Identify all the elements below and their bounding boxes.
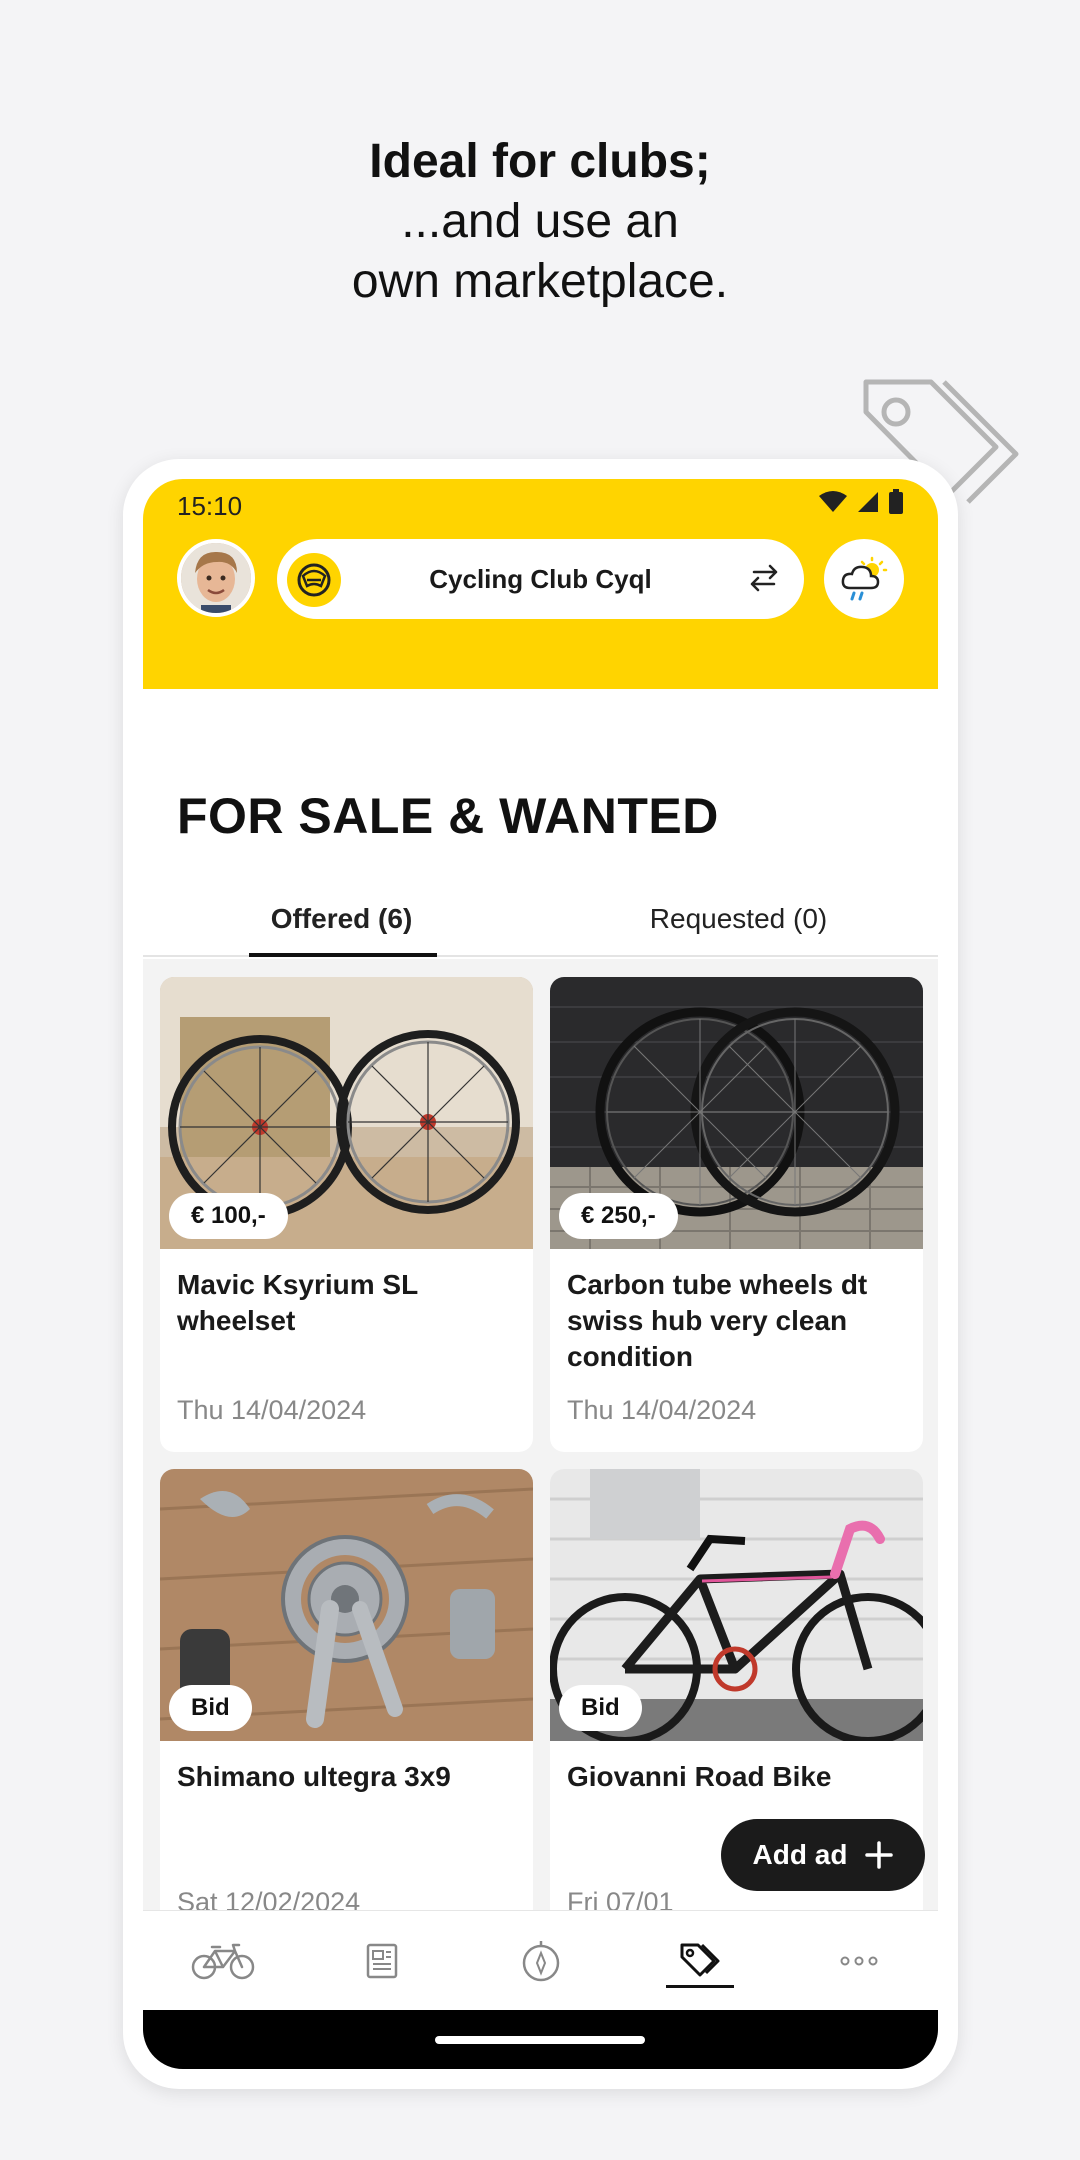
user-avatar-icon: [181, 543, 251, 613]
club-selector[interactable]: Cycling Club Cyql: [277, 539, 804, 619]
price-badge: € 250,-: [559, 1193, 678, 1239]
signal-icon: [858, 492, 878, 512]
active-tab-indicator: [249, 953, 437, 957]
nav-explore[interactable]: [461, 1911, 620, 2011]
price-badge: Bid: [169, 1685, 252, 1731]
promo-headline: Ideal for clubs; ...and use an own marke…: [0, 132, 1080, 312]
nav-more[interactable]: [779, 1911, 938, 2011]
more-icon: [840, 1956, 877, 1966]
add-ad-label: Add ad: [752, 1839, 848, 1870]
listing-title: Giovanni Road Bike: [567, 1761, 832, 1792]
news-icon: [366, 1943, 397, 1979]
listing-date: Thu 14/04/2024: [567, 1395, 757, 1425]
phone-frame: 15:10 Cycling Club Cyql FOR SALE & WANTE…: [123, 459, 958, 2089]
weather-button[interactable]: [824, 539, 904, 619]
listing-card[interactable]: € 250,- Carbon tube wheels dt swiss hub …: [550, 977, 923, 1452]
bottom-navigation: [143, 1910, 938, 2010]
listing-date: Thu 14/04/2024: [177, 1395, 367, 1425]
promo-line-3: own marketplace.: [351, 255, 729, 308]
listing-title: Mavic Ksyrium SL wheelset: [177, 1269, 418, 1336]
tab-requested[interactable]: Requested (0): [540, 881, 937, 957]
page-title: FOR SALE & WANTED: [177, 788, 719, 844]
weather-rain-icon: [841, 556, 888, 601]
plus-icon: [865, 1841, 894, 1869]
nav-news[interactable]: [302, 1911, 461, 2011]
wifi-icon: [819, 491, 847, 512]
swap-icon: [750, 564, 778, 592]
add-ad-button[interactable]: Add ad: [721, 1819, 925, 1891]
price-badge: € 100,-: [169, 1193, 288, 1239]
listing-grid: € 100,- Mavic Ksyrium SL wheelset Thu 14…: [143, 959, 938, 2021]
listing-card[interactable]: Bid Shimano ultegra 3x9 Sat 12/02/2024: [160, 1469, 533, 1944]
status-time: 15:10: [177, 491, 243, 521]
listing-title: Shimano ultegra 3x9: [177, 1761, 451, 1792]
listing-title: Carbon tube wheels dt swiss hub very cle…: [567, 1269, 868, 1372]
nav-marketplace[interactable]: [620, 1911, 779, 2011]
active-nav-indicator: [666, 1985, 734, 1988]
club-name: Cycling Club Cyql: [429, 563, 652, 594]
nav-rides[interactable]: [143, 1911, 302, 2011]
tab-offered[interactable]: Offered (6): [143, 881, 540, 957]
price-badge: Bid: [559, 1685, 642, 1731]
bike-icon: [191, 1943, 254, 1980]
avatar[interactable]: [177, 539, 255, 617]
compass-icon: [522, 1941, 559, 1982]
home-gesture-handle[interactable]: [435, 2036, 645, 2044]
club-logo-icon: [287, 553, 341, 607]
system-gesture-bar: [143, 2010, 938, 2069]
status-icons: [818, 489, 904, 515]
battery-icon: [889, 489, 903, 514]
tab-bar: Offered (6) Requested (0): [143, 881, 938, 957]
app-screen: 15:10 Cycling Club Cyql FOR SALE & WANTE…: [143, 479, 938, 2069]
listing-card[interactable]: € 100,- Mavic Ksyrium SL wheelset Thu 14…: [160, 977, 533, 1452]
marketplace-content: FOR SALE & WANTED Offered (6) Requested …: [143, 689, 938, 2021]
promo-line-1: Ideal for clubs;: [369, 135, 711, 188]
promo-line-2: ...and use an: [401, 195, 679, 248]
tag-icon: [680, 1943, 719, 1977]
